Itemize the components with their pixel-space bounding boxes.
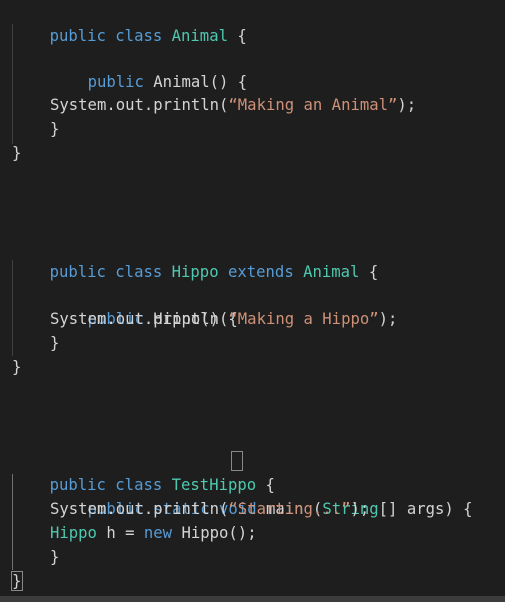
brace: } xyxy=(50,548,60,566)
code-text: System xyxy=(50,500,107,518)
code-text: . xyxy=(143,500,154,518)
method-name: println xyxy=(153,96,220,114)
code-line[interactable]: } xyxy=(12,117,59,141)
brace: { xyxy=(368,263,379,281)
string-literal: “Making an Animal” xyxy=(228,96,398,114)
constructor-name: Animal xyxy=(153,73,210,91)
horizontal-scrollbar[interactable] xyxy=(0,596,505,602)
brace: } xyxy=(50,120,60,138)
keyword: public xyxy=(49,27,106,45)
code-text: ( xyxy=(219,500,229,518)
code-line[interactable]: } xyxy=(12,355,21,379)
code-line[interactable]: System.out.println(“Making a Hippo”); xyxy=(12,307,397,331)
keyword: extends xyxy=(227,263,294,281)
code-text: . xyxy=(106,500,116,518)
code-text: ); xyxy=(350,500,370,518)
class-name: Animal xyxy=(303,263,360,281)
code-text: . xyxy=(106,96,116,114)
brace: { xyxy=(237,27,247,45)
code-text: ); xyxy=(397,96,417,114)
type-name: Hippo xyxy=(50,524,97,542)
code-line[interactable]: Hippo h = new Hippo(); xyxy=(12,521,257,545)
code-line[interactable]: } xyxy=(12,141,21,165)
brace: } xyxy=(12,144,22,162)
code-text: System xyxy=(50,310,107,328)
code-line[interactable]: System.out.println(“Starting...”); xyxy=(12,497,369,521)
code-line[interactable]: } xyxy=(12,331,59,355)
keyword: new xyxy=(143,524,173,542)
string-literal: “Making a Hippo” xyxy=(228,310,379,328)
code-text: (); xyxy=(228,524,257,542)
code-line[interactable]: } xyxy=(12,569,21,593)
keyword: class xyxy=(115,27,163,45)
class-name: Animal xyxy=(171,27,228,45)
code-line[interactable]: public class Animal { xyxy=(12,0,247,45)
code-text: out xyxy=(115,500,144,518)
code-line[interactable]: public static void main (String[] args) … xyxy=(12,473,473,518)
keyword: public xyxy=(87,73,144,91)
code-line[interactable]: public Animal() { xyxy=(12,46,248,91)
scrollbar-thumb[interactable] xyxy=(0,596,505,602)
code-text: [] args) { xyxy=(378,500,473,518)
code-text: ); xyxy=(378,310,398,328)
method-name: println xyxy=(153,310,220,328)
code-text: . xyxy=(143,310,154,328)
code-line[interactable]: public class TestHippo { xyxy=(12,449,275,494)
code-text: h = xyxy=(96,524,144,542)
keyword: class xyxy=(115,263,163,281)
code-text: ( xyxy=(219,96,229,114)
code-editor[interactable]: public class Animal { public Animal() { … xyxy=(0,0,505,602)
code-line[interactable]: System.out.println(“Making an Animal”); xyxy=(12,93,416,117)
code-text: () { xyxy=(209,73,248,91)
code-text: out xyxy=(115,310,144,328)
keyword: public xyxy=(49,263,106,281)
code-text: ( xyxy=(219,310,229,328)
brace: } xyxy=(50,334,60,352)
class-name: Hippo xyxy=(171,263,219,281)
code-text: System xyxy=(50,96,107,114)
method-name: println xyxy=(153,500,220,518)
code-text: out xyxy=(115,96,144,114)
code-text: . xyxy=(106,310,116,328)
brace: } xyxy=(12,572,22,590)
code-line[interactable]: public Hippo() { xyxy=(12,283,238,328)
code-text: . xyxy=(143,96,154,114)
constructor-name: Hippo xyxy=(181,524,229,542)
brace: } xyxy=(12,358,22,376)
code-line[interactable]: public class Hippo extends Animal { xyxy=(12,236,379,281)
code-line[interactable]: } xyxy=(12,545,59,569)
string-literal: “Starting...” xyxy=(228,500,351,518)
